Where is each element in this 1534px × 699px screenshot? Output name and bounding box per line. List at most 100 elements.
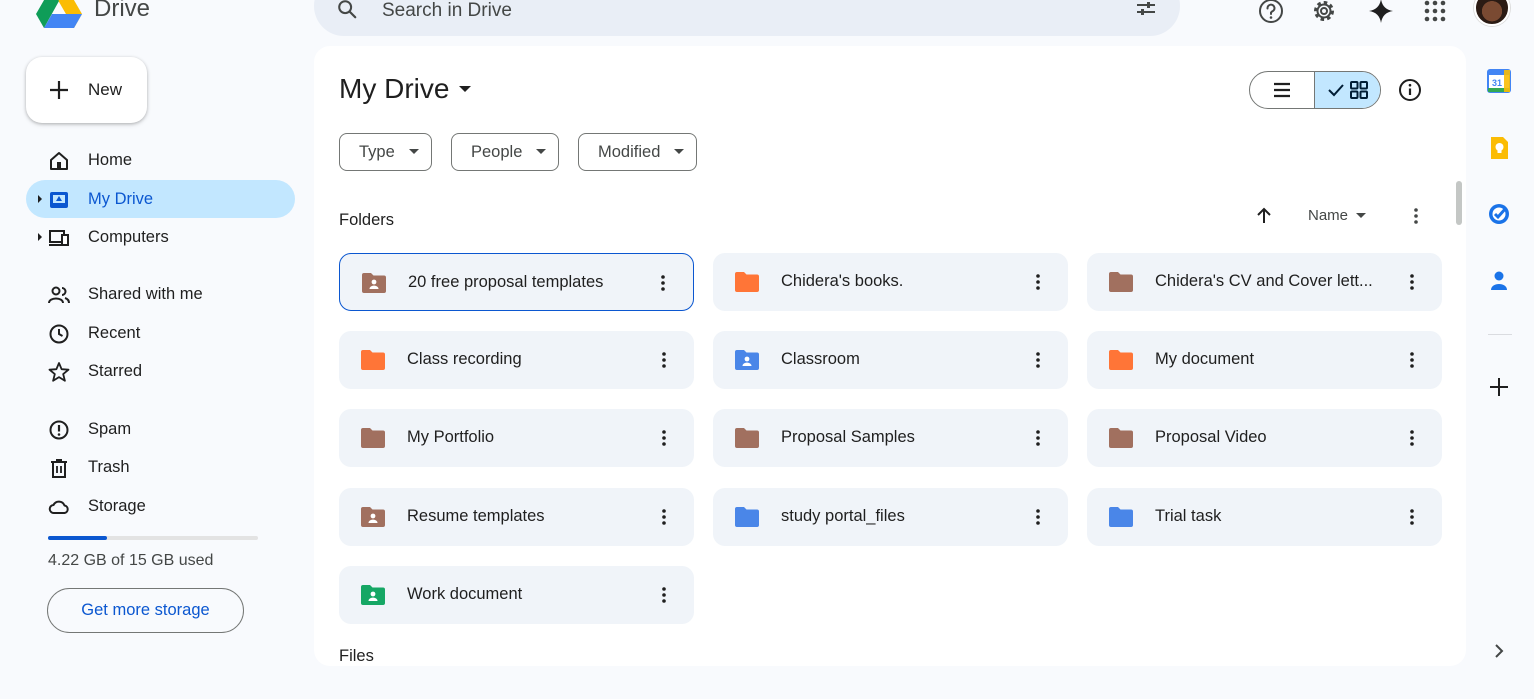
search-icon[interactable] <box>336 0 358 20</box>
folder-card[interactable]: My document <box>1087 331 1442 389</box>
folder-name: My Portfolio <box>407 428 495 446</box>
sidebar-item-my-drive[interactable]: My Drive <box>26 180 295 218</box>
modified-filter-chip[interactable]: Modified <box>578 133 698 171</box>
expand-caret-icon[interactable] <box>36 233 44 241</box>
sidebar-item-recent[interactable]: Recent <box>26 314 295 352</box>
check-icon <box>1327 84 1344 97</box>
sidebar-item-home[interactable]: Home <box>26 141 295 179</box>
info-icon[interactable] <box>1398 78 1422 102</box>
more-vert-icon[interactable] <box>654 585 674 605</box>
shared-folder-icon <box>361 585 385 605</box>
more-vert-icon[interactable] <box>654 507 674 527</box>
contacts-app-icon[interactable] <box>1486 268 1512 294</box>
view-toggle <box>1249 71 1381 109</box>
folder-card[interactable]: Work document <box>339 566 694 624</box>
settings-gear-icon[interactable] <box>1308 0 1340 27</box>
chevron-down-icon <box>408 149 419 154</box>
more-vert-icon[interactable] <box>653 273 673 293</box>
more-vert-icon[interactable] <box>1406 206 1426 226</box>
people-icon <box>48 286 70 304</box>
sort-by-dropdown[interactable]: Name <box>1308 207 1367 224</box>
help-icon[interactable] <box>1255 0 1287 27</box>
folder-card[interactable]: My Portfolio <box>339 409 694 467</box>
page-title: My Drive <box>339 73 450 104</box>
grid-view-button[interactable] <box>1314 72 1380 108</box>
expand-caret-icon[interactable] <box>36 195 44 203</box>
storage-usage-fill <box>48 536 107 540</box>
sidebar-item-label: My Drive <box>88 189 154 208</box>
folder-name: Class recording <box>407 350 522 368</box>
sidebar-item-storage[interactable]: Storage <box>26 487 295 525</box>
sidebar-item-label: Starred <box>88 361 143 380</box>
folder-card[interactable]: 20 free proposal templates <box>339 253 694 311</box>
folder-name: Proposal Video <box>1155 428 1267 446</box>
folder-card[interactable]: Classroom <box>713 331 1068 389</box>
app-name: Drive <box>94 0 151 22</box>
drive-logo[interactable]: Drive <box>36 0 150 28</box>
grid-view-icon <box>1349 81 1368 99</box>
folder-card[interactable]: Chidera's CV and Cover lett... <box>1087 253 1442 311</box>
search-input[interactable]: Search in Drive <box>382 0 512 22</box>
sidebar-item-trash[interactable]: Trash <box>26 448 295 486</box>
new-button[interactable]: New <box>26 57 147 123</box>
get-more-storage-button[interactable]: Get more storage <box>47 588 244 633</box>
more-vert-icon[interactable] <box>1402 428 1422 448</box>
more-vert-icon[interactable] <box>1028 272 1048 292</box>
sidebar-item-spam[interactable]: Spam <box>26 410 295 448</box>
sort-direction-arrow-icon[interactable] <box>1254 206 1274 226</box>
apps-grid-icon[interactable] <box>1419 0 1451 27</box>
page-title-dropdown[interactable]: My Drive <box>339 73 472 105</box>
folder-card[interactable]: Chidera's books. <box>713 253 1068 311</box>
my-drive-icon <box>50 192 68 208</box>
folder-card[interactable]: Class recording <box>339 331 694 389</box>
tasks-app-icon[interactable] <box>1486 201 1512 227</box>
shared-folder-icon <box>735 350 759 370</box>
gemini-sparkle-icon[interactable] <box>1365 0 1397 27</box>
list-view-button[interactable] <box>1250 72 1314 108</box>
sidebar-item-starred[interactable]: Starred <box>26 352 295 390</box>
more-vert-icon[interactable] <box>1028 507 1048 527</box>
top-bar: Drive Search in Drive <box>0 0 1534 40</box>
folder-card[interactable]: Proposal Video <box>1087 409 1442 467</box>
files-section-label: Files <box>339 647 374 665</box>
star-icon <box>48 362 70 382</box>
sidebar-item-shared-with-me[interactable]: Shared with me <box>26 275 295 313</box>
folders-section-label: Folders <box>339 211 395 229</box>
new-button-label: New <box>88 80 123 99</box>
cloud-icon <box>48 500 69 514</box>
more-vert-icon[interactable] <box>1402 507 1422 527</box>
folder-card[interactable]: Proposal Samples <box>713 409 1068 467</box>
more-vert-icon[interactable] <box>654 428 674 448</box>
folder-name: Proposal Samples <box>781 428 915 446</box>
computers-icon <box>49 230 69 246</box>
clock-icon <box>49 324 69 344</box>
calendar-app-icon[interactable]: 31 <box>1486 68 1512 94</box>
chevron-down-icon <box>459 86 472 92</box>
more-vert-icon[interactable] <box>1402 350 1422 370</box>
sidebar-item-label: Recent <box>88 323 141 342</box>
more-vert-icon[interactable] <box>654 350 674 370</box>
more-vert-icon[interactable] <box>1402 272 1422 292</box>
more-vert-icon[interactable] <box>1028 350 1048 370</box>
more-vert-icon[interactable] <box>1028 428 1048 448</box>
type-filter-chip[interactable]: Type <box>339 133 432 171</box>
folder-card[interactable]: Resume templates <box>339 488 694 546</box>
account-avatar[interactable] <box>1474 0 1510 26</box>
sidebar-item-label: Trash <box>88 457 130 476</box>
scrollbar[interactable] <box>1456 181 1462 225</box>
folder-icon <box>361 428 385 448</box>
search-options-icon[interactable] <box>1134 0 1158 24</box>
sidebar-item-computers[interactable]: Computers <box>26 218 295 256</box>
folder-icon <box>1109 507 1133 527</box>
trash-icon <box>51 459 67 478</box>
people-filter-chip[interactable]: People <box>451 133 560 171</box>
search-bar[interactable]: Search in Drive <box>314 0 1180 36</box>
folder-card[interactable]: Trial task <box>1087 488 1442 546</box>
folder-card[interactable]: study portal_files <box>713 488 1068 546</box>
folder-icon <box>361 350 385 370</box>
folder-icon <box>1109 350 1133 370</box>
expand-side-panel-chevron-icon[interactable] <box>1486 638 1512 664</box>
add-addon-plus-icon[interactable] <box>1486 374 1512 400</box>
sort-by-label: Name <box>1308 207 1349 224</box>
keep-app-icon[interactable] <box>1486 135 1512 161</box>
